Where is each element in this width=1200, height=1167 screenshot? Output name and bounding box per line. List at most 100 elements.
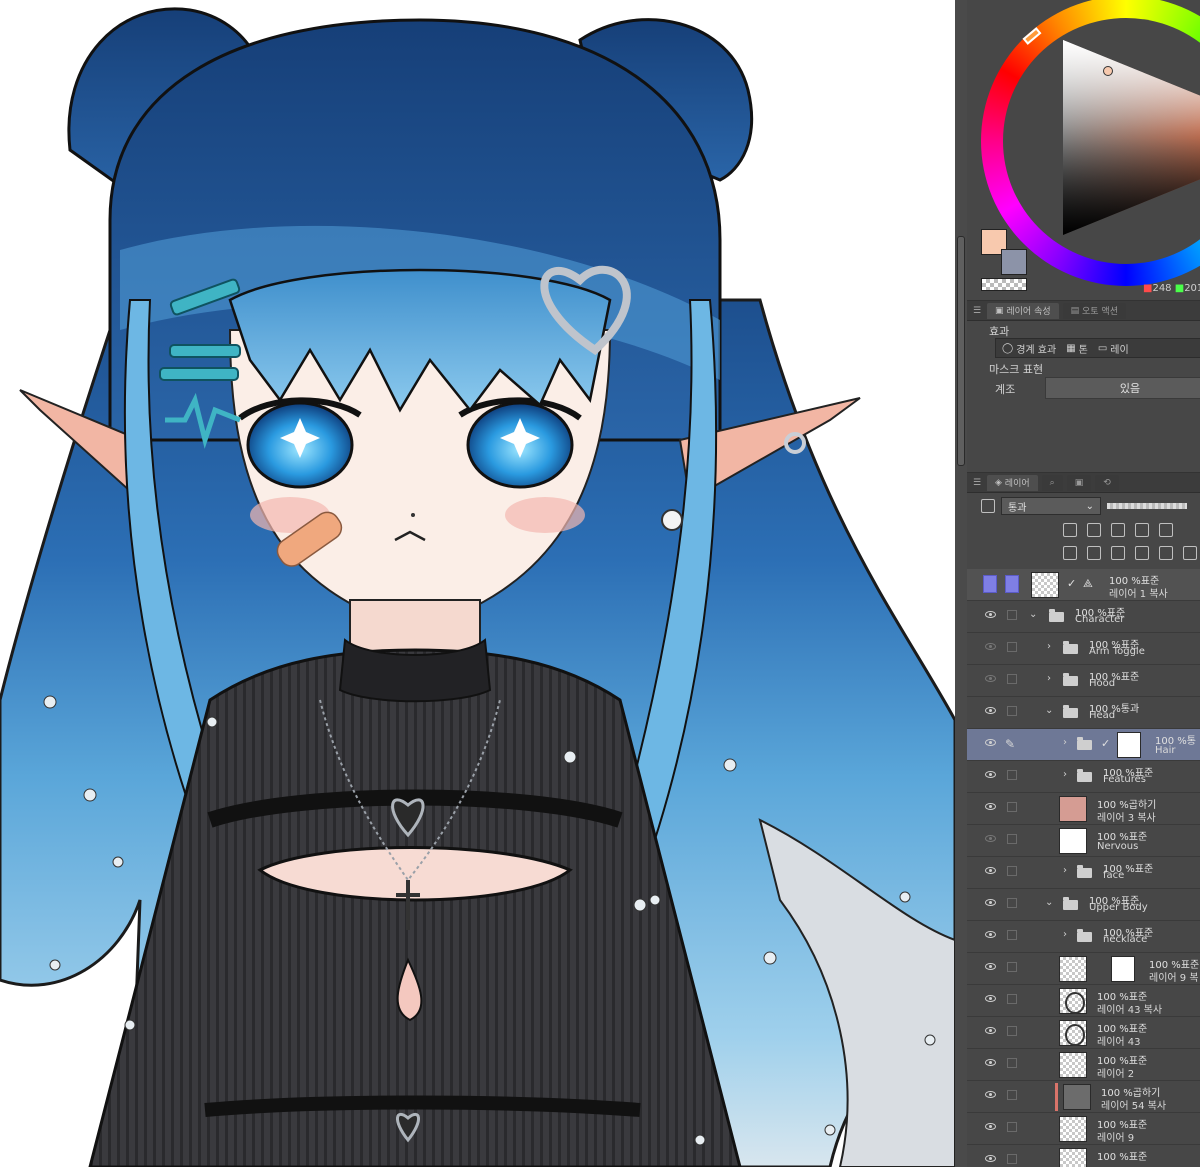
eye-icon[interactable] bbox=[985, 867, 996, 874]
layer-row[interactable]: › 100 %표준 face bbox=[967, 857, 1200, 889]
chevron-right-icon[interactable]: › bbox=[1047, 641, 1051, 652]
layer-thumbnail bbox=[1059, 1148, 1087, 1167]
layer-lock-box[interactable] bbox=[1007, 930, 1017, 940]
chevron-right-icon[interactable]: › bbox=[1063, 865, 1067, 876]
eye-icon[interactable] bbox=[985, 899, 996, 906]
eye-icon[interactable] bbox=[985, 643, 996, 650]
eye-icon[interactable] bbox=[985, 931, 996, 938]
chevron-right-icon[interactable]: › bbox=[1047, 673, 1051, 684]
merge-icon[interactable] bbox=[1159, 546, 1173, 560]
chevron-right-icon[interactable]: › bbox=[1063, 929, 1067, 940]
eye-icon[interactable] bbox=[985, 1059, 996, 1066]
clip-icon[interactable] bbox=[1063, 523, 1077, 537]
layer-lock-box[interactable] bbox=[1007, 1122, 1017, 1132]
layer-row[interactable]: 100 %표준 Nervous bbox=[967, 825, 1200, 857]
eye-icon[interactable] bbox=[985, 1027, 996, 1034]
drawing-canvas[interactable] bbox=[0, 0, 955, 1167]
blend-mode-select[interactable]: 통과 ⌄ bbox=[1001, 497, 1101, 515]
layer-row[interactable]: › 100 %표준 Hood bbox=[967, 665, 1200, 697]
layer-lock-box[interactable] bbox=[1007, 1154, 1017, 1164]
layer-lock-box[interactable] bbox=[1007, 962, 1017, 972]
character-artwork bbox=[0, 7, 955, 1167]
border-effect-toggle[interactable]: ◯ 경계 효과 bbox=[1002, 341, 1056, 356]
tab-layer-properties[interactable]: ▣ 레이어 속성 bbox=[987, 302, 1059, 319]
tab-layer[interactable]: ◈ 레이어 bbox=[987, 474, 1038, 491]
layer-name: necklace bbox=[1103, 934, 1148, 945]
vector-icon: ⟁ bbox=[1083, 577, 1093, 590]
chevron-right-icon[interactable]: › bbox=[1063, 769, 1067, 780]
layer-lock-box[interactable] bbox=[1007, 1058, 1017, 1068]
tone-expression-select[interactable]: 있음 bbox=[1045, 377, 1200, 399]
layer-lock-box[interactable] bbox=[1007, 1090, 1017, 1100]
transfer-icon[interactable] bbox=[1135, 546, 1149, 560]
new-raster-layer-icon[interactable] bbox=[1063, 546, 1077, 560]
layer-lock-box[interactable] bbox=[1007, 1026, 1017, 1036]
scrollbar-thumb[interactable] bbox=[957, 236, 965, 466]
layer-lock-box[interactable] bbox=[1007, 802, 1017, 812]
tab-search[interactable]: ⌕ bbox=[1041, 474, 1063, 491]
delete-layer-icon[interactable] bbox=[1183, 546, 1197, 560]
chevron-down-icon[interactable]: ⌄ bbox=[1029, 609, 1037, 620]
chevron-right-icon[interactable]: › bbox=[1063, 737, 1067, 748]
layer-row[interactable]: › 100 %표준 Arm Toggle bbox=[967, 633, 1200, 665]
layer-row[interactable]: › 100 %표준 necklace bbox=[967, 921, 1200, 953]
layer-row[interactable]: 100 %표준 레이어 9 복 bbox=[967, 953, 1200, 985]
tab-history[interactable]: ⟲ bbox=[1095, 474, 1119, 491]
layer-color-icon[interactable] bbox=[981, 499, 995, 513]
tab-navigator[interactable]: ▣ bbox=[1066, 474, 1092, 491]
lock-icon[interactable] bbox=[1111, 523, 1125, 537]
layer-lock-box[interactable] bbox=[1007, 706, 1017, 716]
eye-icon[interactable] bbox=[985, 1155, 996, 1162]
eye-icon[interactable] bbox=[985, 1123, 996, 1130]
layer-lock-box[interactable] bbox=[1007, 834, 1017, 844]
layer-row[interactable]: 100 %표준 레이어 43 bbox=[967, 1017, 1200, 1049]
transparent-color-swatch[interactable] bbox=[981, 278, 1027, 291]
layer-lock-box[interactable] bbox=[1007, 898, 1017, 908]
canvas-scrollbar[interactable] bbox=[955, 0, 967, 1167]
layer-lock-box[interactable] bbox=[1007, 770, 1017, 780]
eye-icon[interactable] bbox=[985, 835, 996, 842]
tone-toggle[interactable]: ▦ 톤 bbox=[1066, 341, 1088, 356]
layer-row-selected[interactable]: ✎ › ✓ 100 %통 Hair bbox=[967, 729, 1200, 761]
eye-icon[interactable] bbox=[985, 771, 996, 778]
layer-lock-box[interactable] bbox=[1007, 994, 1017, 1004]
sub-color-swatch[interactable] bbox=[1001, 249, 1027, 275]
layer-row[interactable]: › 100 %표준 Features bbox=[967, 761, 1200, 793]
layer-row[interactable]: 100 %표준 레이어 43 복사 bbox=[967, 985, 1200, 1017]
layer-row[interactable]: 100 %표준 bbox=[967, 1145, 1200, 1167]
layer-lock-box[interactable] bbox=[1007, 610, 1017, 620]
eye-icon[interactable] bbox=[985, 963, 996, 970]
layer-row[interactable]: ✓ ⟁ 100 %표준 레이어 1 복사 bbox=[967, 569, 1200, 601]
lock-alpha-icon[interactable] bbox=[1135, 523, 1149, 537]
layer-row[interactable]: ⌄ 100 %통과 Head bbox=[967, 697, 1200, 729]
color-picker-marker[interactable] bbox=[1103, 66, 1113, 76]
layer-lock-box[interactable] bbox=[1007, 642, 1017, 652]
opacity-slider[interactable] bbox=[1107, 503, 1187, 509]
layer-row[interactable]: 100 %표준 레이어 9 bbox=[967, 1113, 1200, 1145]
chevron-down-icon[interactable]: ⌄ bbox=[1045, 705, 1053, 716]
layer-lock-box[interactable] bbox=[1007, 866, 1017, 876]
new-folder-icon[interactable] bbox=[1111, 546, 1125, 560]
reference-icon[interactable] bbox=[1087, 523, 1101, 537]
eye-icon[interactable] bbox=[985, 675, 996, 682]
eye-icon[interactable] bbox=[985, 995, 996, 1002]
layer-thumbnail bbox=[1031, 572, 1059, 598]
panel-menu-icon[interactable]: ☰ bbox=[973, 306, 981, 316]
eye-icon[interactable] bbox=[985, 739, 996, 746]
layer-row[interactable]: ⌄ 100 %표준 Character bbox=[967, 601, 1200, 633]
eye-icon[interactable] bbox=[985, 803, 996, 810]
chevron-down-icon[interactable]: ⌄ bbox=[1045, 897, 1053, 908]
eye-icon[interactable] bbox=[985, 1091, 996, 1098]
layer-row[interactable]: 100 %표준 레이어 2 bbox=[967, 1049, 1200, 1081]
new-vector-layer-icon[interactable] bbox=[1087, 546, 1101, 560]
layer-row[interactable]: ⌄ 100 %표준 Upper Body bbox=[967, 889, 1200, 921]
layer-row[interactable]: 100 %곱하기 레이어 54 복사 bbox=[967, 1081, 1200, 1113]
tab-auto-action[interactable]: ▤ 오토 액션 bbox=[1062, 302, 1126, 319]
eye-icon[interactable] bbox=[985, 707, 996, 714]
layer-panel-menu-icon[interactable]: ☰ bbox=[973, 478, 981, 488]
mask-enable-icon[interactable] bbox=[1159, 523, 1173, 537]
layer-color-toggle[interactable]: ▭ 레이 bbox=[1098, 341, 1129, 356]
layer-row[interactable]: 100 %곱하기 레이어 3 복사 bbox=[967, 793, 1200, 825]
layer-lock-box[interactable] bbox=[1007, 674, 1017, 684]
eye-icon[interactable] bbox=[985, 611, 996, 618]
